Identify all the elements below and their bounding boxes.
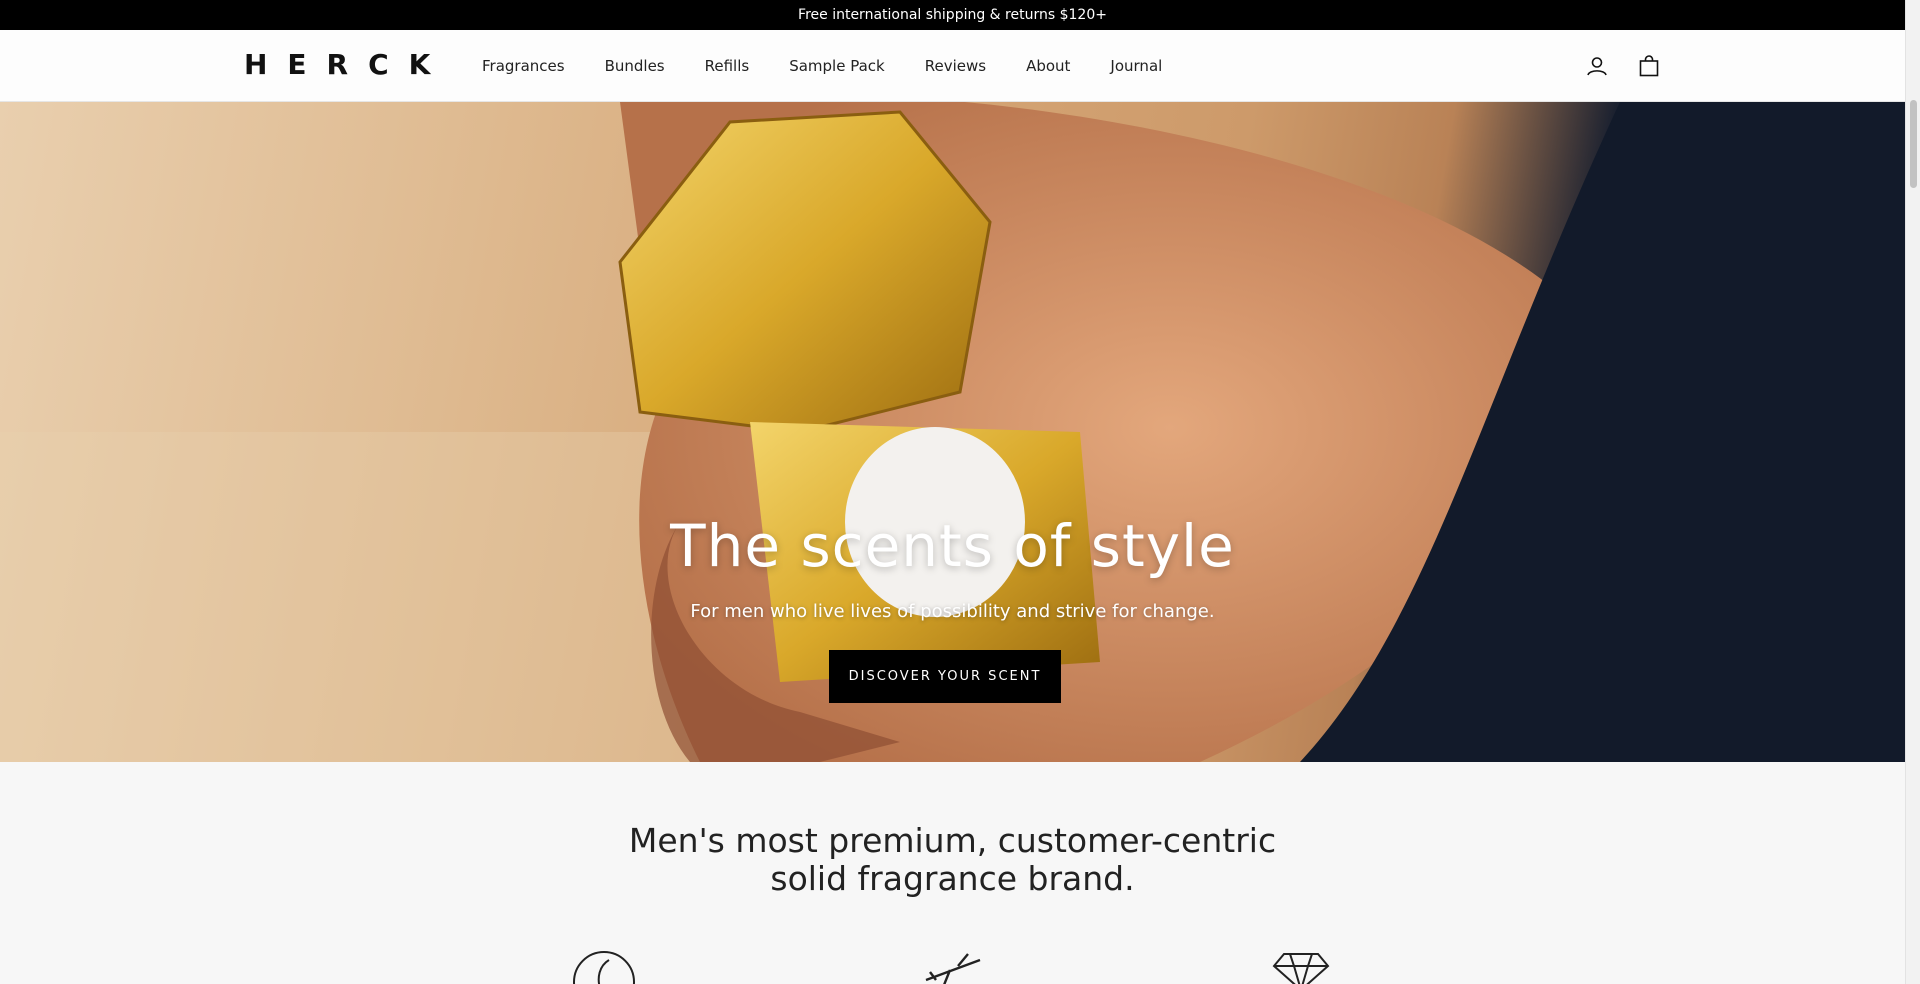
hero-title: The scents of style	[670, 512, 1235, 580]
feather-icon	[573, 951, 635, 984]
announcement-text: Free international shipping & returns $1…	[798, 7, 1107, 23]
nav-bundles[interactable]: Bundles	[605, 57, 665, 75]
brand-tagline: Men's most premium, customer-centric sol…	[0, 822, 1905, 898]
main-nav: Fragrances Bundles Refills Sample Pack R…	[482, 30, 1202, 102]
hero-banner: The scents of style For men who live liv…	[0, 102, 1905, 762]
nav-reviews[interactable]: Reviews	[925, 57, 986, 75]
discover-your-scent-button[interactable]: DISCOVER YOUR SCENT	[829, 650, 1061, 703]
brand-logo[interactable]: HERCK	[244, 48, 451, 81]
announcement-bar: Free international shipping & returns $1…	[0, 0, 1905, 30]
nav-sample-pack[interactable]: Sample Pack	[789, 57, 885, 75]
page: Free international shipping & returns $1…	[0, 0, 1920, 984]
cart-icon[interactable]	[1637, 54, 1661, 78]
nav-fragrances[interactable]: Fragrances	[482, 57, 565, 75]
nav-journal[interactable]: Journal	[1110, 57, 1162, 75]
scrollbar-thumb[interactable]	[1910, 100, 1917, 188]
nav-refills[interactable]: Refills	[705, 57, 750, 75]
airplane-icon	[925, 953, 981, 984]
site-header: HERCK Fragrances Bundles Refills Sample …	[0, 30, 1905, 102]
hero-subtitle: For men who live lives of possibility an…	[690, 601, 1215, 622]
tagline-line-1: Men's most premium, customer-centric	[628, 821, 1277, 860]
page-scrollbar[interactable]	[1905, 0, 1920, 984]
diamond-icon	[1272, 953, 1330, 984]
brand-logo-text: HERCK	[244, 48, 451, 81]
nav-about[interactable]: About	[1026, 57, 1070, 75]
tagline-line-2: solid fragrance brand.	[770, 859, 1135, 898]
header-icons	[1585, 54, 1661, 78]
account-icon[interactable]	[1585, 54, 1609, 78]
